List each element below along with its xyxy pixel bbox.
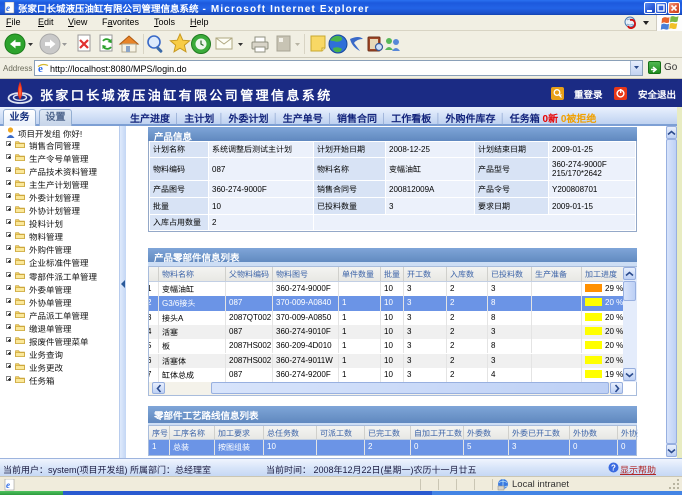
svg-text:?: ? [611,464,616,473]
svg-text:e: e [6,3,10,13]
svg-text:e: e [6,480,10,490]
